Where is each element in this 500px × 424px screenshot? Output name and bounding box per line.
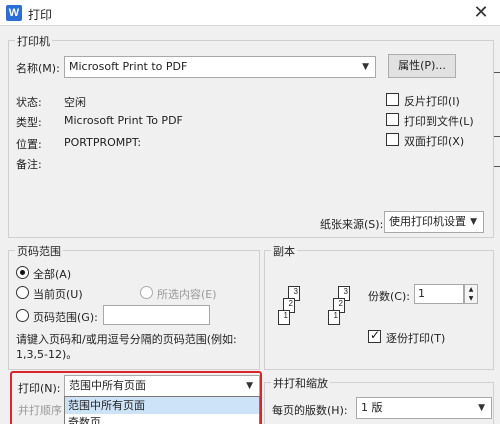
pages-per-sheet-value: 1 版 — [361, 401, 383, 414]
zoom-group-label: 并打和缩放 — [271, 375, 330, 391]
title-bar: W 打印 ✕ — [0, 0, 500, 26]
printer-group-label: 打印机 — [15, 33, 52, 49]
pages-per-sheet-select[interactable]: 1 版 ▼ — [356, 397, 492, 419]
page-range-input[interactable] — [103, 305, 210, 325]
reverse-print-label[interactable]: 反片打印(I) — [404, 93, 460, 109]
type-value: Microsoft Print To PDF — [64, 114, 183, 127]
status-label: 状态: — [16, 96, 42, 109]
page-range-custom-radio[interactable] — [16, 309, 29, 322]
page-range-current-radio[interactable] — [16, 286, 29, 299]
page-range-selection-radio — [140, 286, 153, 299]
printer-name-value: Microsoft Print to PDF — [69, 60, 188, 73]
window-title: 打印 — [28, 8, 53, 22]
page-range-all-label[interactable]: 全部(A) — [33, 266, 71, 282]
printer-name-label: 名称(M): — [16, 62, 60, 75]
wps-writer-icon: W — [6, 5, 22, 21]
chevron-down-icon: ▼ — [470, 217, 477, 227]
chevron-down-icon[interactable]: ▼ — [465, 294, 477, 303]
page-range-selection-label: 所选内容(E) — [157, 288, 217, 301]
copies-count-stepper[interactable]: ▲ ▼ — [464, 284, 478, 304]
chevron-down-icon: ▼ — [478, 403, 485, 413]
copies-group: 副本 — [264, 243, 494, 370]
pages-per-sheet-label: 每页的版数(H): — [272, 404, 348, 417]
paper-source-label: 纸张来源(S): — [320, 218, 384, 231]
print-what-option-odd[interactable]: 奇数页 — [65, 414, 259, 424]
reverse-print-checkbox[interactable] — [386, 93, 399, 106]
print-what-select[interactable]: 范围中所有页面 ▼ — [64, 375, 260, 397]
edge-mark — [494, 166, 500, 167]
print-what-value: 范围中所有页面 — [69, 379, 146, 392]
page-stack-icon: 1 — [328, 310, 340, 325]
properties-button[interactable]: 属性(P)... — [388, 54, 456, 78]
page-range-custom-label[interactable]: 页码范围(G): — [33, 309, 98, 325]
page-range-hint: 请键入页码和/或用逗号分隔的页码范围(例如: 1,3,5-12)。 — [16, 333, 237, 361]
close-icon: ✕ — [473, 2, 489, 23]
type-label: 类型: — [16, 116, 42, 129]
location-label: 位置: — [16, 138, 42, 151]
duplex-print-checkbox[interactable] — [386, 133, 399, 146]
paper-source-select[interactable]: 使用打印机设置 ▼ — [384, 211, 484, 233]
collate-checkbox[interactable] — [368, 328, 381, 343]
print-what-label: 打印(N): — [18, 382, 61, 395]
paper-source-value: 使用打印机设置 — [389, 215, 466, 228]
location-value: PORTPROMPT: — [64, 136, 142, 149]
page-range-group-label: 页码范围 — [15, 243, 63, 259]
print-dialog: W 打印 ✕ 打印机 名称(M): Microsoft Print to PDF… — [0, 0, 500, 424]
print-what-dropdown: 范围中所有页面 奇数页 — [64, 396, 260, 424]
edge-mark — [494, 72, 500, 73]
print-what-option-all[interactable]: 范围中所有页面 — [65, 397, 259, 414]
comment-label: 备注: — [16, 158, 42, 171]
status-value: 空闲 — [64, 96, 86, 109]
printer-name-select[interactable]: Microsoft Print to PDF ▼ — [64, 56, 376, 78]
copies-count-label: 份数(C): — [368, 290, 410, 303]
page-range-current-label[interactable]: 当前页(U) — [33, 286, 83, 302]
edge-mark — [494, 136, 500, 137]
page-range-all-radio[interactable] — [16, 266, 29, 279]
print-to-file-checkbox[interactable] — [386, 113, 399, 126]
chevron-down-icon: ▼ — [362, 62, 369, 72]
print-order-label: 并打顺序 — [18, 404, 62, 417]
copies-group-label: 副本 — [271, 243, 297, 259]
close-button[interactable]: ✕ — [470, 2, 492, 24]
collate-label[interactable]: 逐份打印(T) — [386, 330, 445, 346]
copies-count-input[interactable]: 1 — [414, 284, 464, 304]
chevron-down-icon: ▼ — [246, 381, 253, 391]
duplex-print-label[interactable]: 双面打印(X) — [404, 133, 464, 149]
print-to-file-label[interactable]: 打印到文件(L) — [404, 113, 474, 129]
page-stack-icon: 1 — [278, 310, 290, 325]
chevron-up-icon[interactable]: ▲ — [465, 285, 477, 294]
